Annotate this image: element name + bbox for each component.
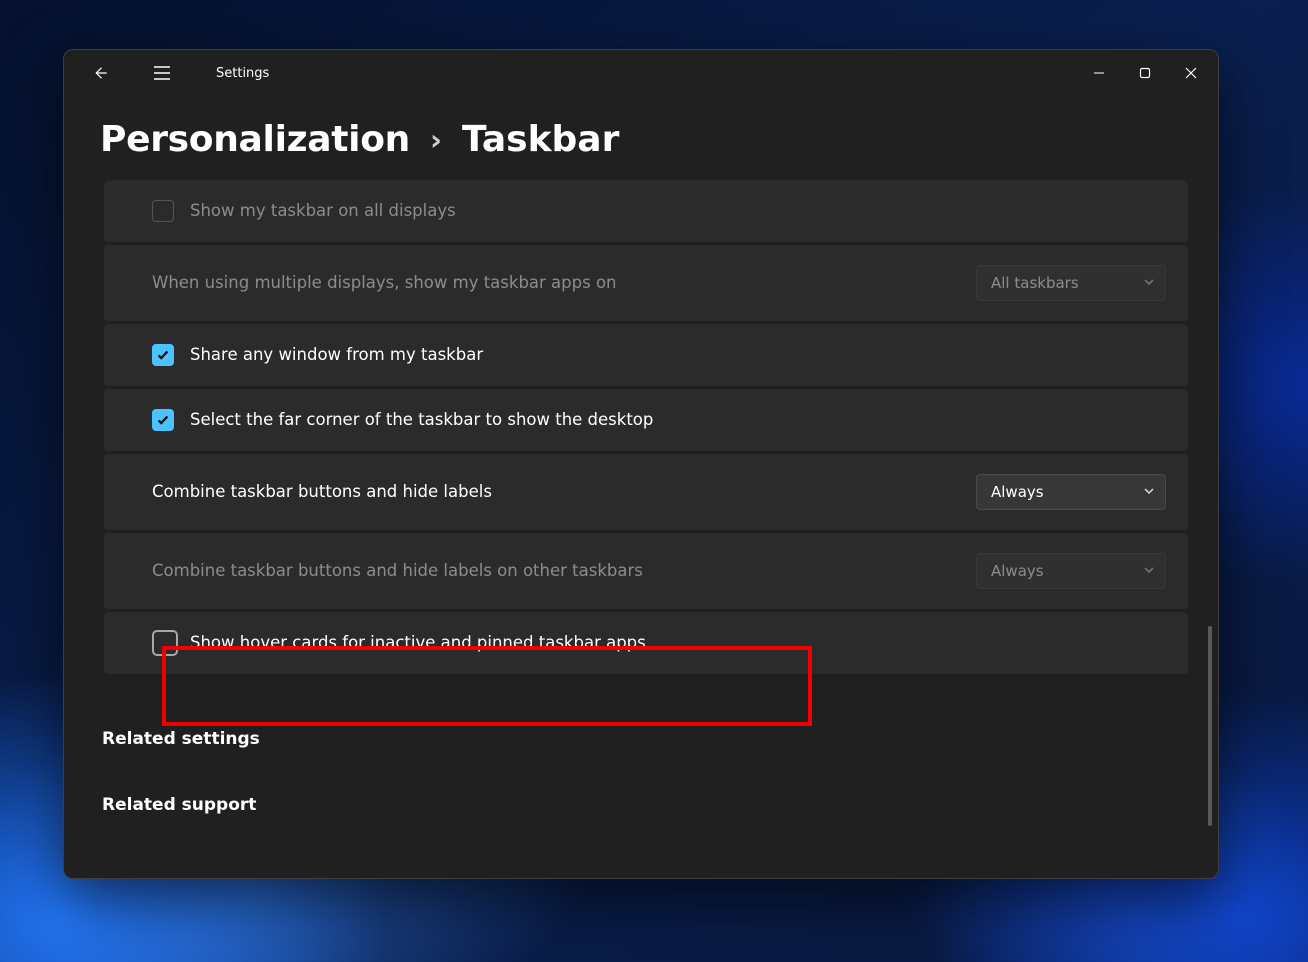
checkbox-show-all-displays — [152, 200, 174, 222]
dropdown-combine-buttons-other: Always — [976, 553, 1166, 589]
breadcrumb: Personalization › Taskbar — [64, 96, 1218, 180]
close-icon — [1185, 67, 1197, 79]
heading-related-settings: Related settings — [64, 677, 1218, 749]
label-hover-cards: Show hover cards for inactive and pinned… — [190, 633, 646, 652]
check-icon — [156, 348, 170, 362]
label-share-window: Share any window from my taskbar — [190, 345, 483, 364]
row-show-all-displays: Show my taskbar on all displays — [104, 180, 1188, 242]
scrollbar-thumb[interactable] — [1208, 626, 1212, 826]
checkbox-hover-cards[interactable] — [152, 630, 178, 656]
chevron-right-icon: › — [430, 123, 442, 157]
content-area: Personalization › Taskbar Show my taskba… — [64, 96, 1218, 878]
dropdown-combine-buttons[interactable]: Always — [976, 474, 1166, 510]
app-title: Settings — [216, 66, 269, 81]
label-combine-buttons: Combine taskbar buttons and hide labels — [152, 482, 492, 501]
hamburger-button[interactable] — [144, 55, 180, 91]
breadcrumb-current: Taskbar — [462, 120, 619, 160]
row-far-corner-desktop[interactable]: Select the far corner of the taskbar to … — [104, 389, 1188, 451]
heading-related-support: Related support — [64, 749, 1218, 815]
arrow-left-icon — [91, 64, 109, 82]
breadcrumb-parent[interactable]: Personalization — [100, 120, 410, 160]
chevron-down-icon — [1143, 483, 1155, 501]
dropdown-multi-display-apps: All taskbars — [976, 265, 1166, 301]
chevron-down-icon — [1143, 562, 1155, 580]
settings-window: Settings Personalization › Taskbar Show … — [63, 49, 1219, 879]
minimize-button[interactable] — [1076, 57, 1122, 89]
row-combine-buttons[interactable]: Combine taskbar buttons and hide labels … — [104, 454, 1188, 530]
maximize-button[interactable] — [1122, 57, 1168, 89]
hamburger-icon — [153, 66, 171, 80]
minimize-icon — [1093, 67, 1105, 79]
titlebar: Settings — [64, 50, 1218, 96]
check-icon — [156, 413, 170, 427]
label-far-corner: Select the far corner of the taskbar to … — [190, 410, 653, 429]
row-combine-buttons-other: Combine taskbar buttons and hide labels … — [104, 533, 1188, 609]
row-hover-cards[interactable]: Show hover cards for inactive and pinned… — [104, 612, 1188, 674]
close-button[interactable] — [1168, 57, 1214, 89]
checkbox-far-corner[interactable] — [152, 409, 174, 431]
row-share-window[interactable]: Share any window from my taskbar — [104, 324, 1188, 386]
maximize-icon — [1139, 67, 1151, 79]
row-multi-display-apps: When using multiple displays, show my ta… — [104, 245, 1188, 321]
back-button[interactable] — [82, 55, 118, 91]
label-multi-display-apps: When using multiple displays, show my ta… — [152, 273, 617, 292]
chevron-down-icon — [1143, 274, 1155, 292]
label-combine-buttons-other: Combine taskbar buttons and hide labels … — [152, 561, 643, 580]
checkbox-share-window[interactable] — [152, 344, 174, 366]
label-show-all-displays: Show my taskbar on all displays — [190, 201, 456, 220]
